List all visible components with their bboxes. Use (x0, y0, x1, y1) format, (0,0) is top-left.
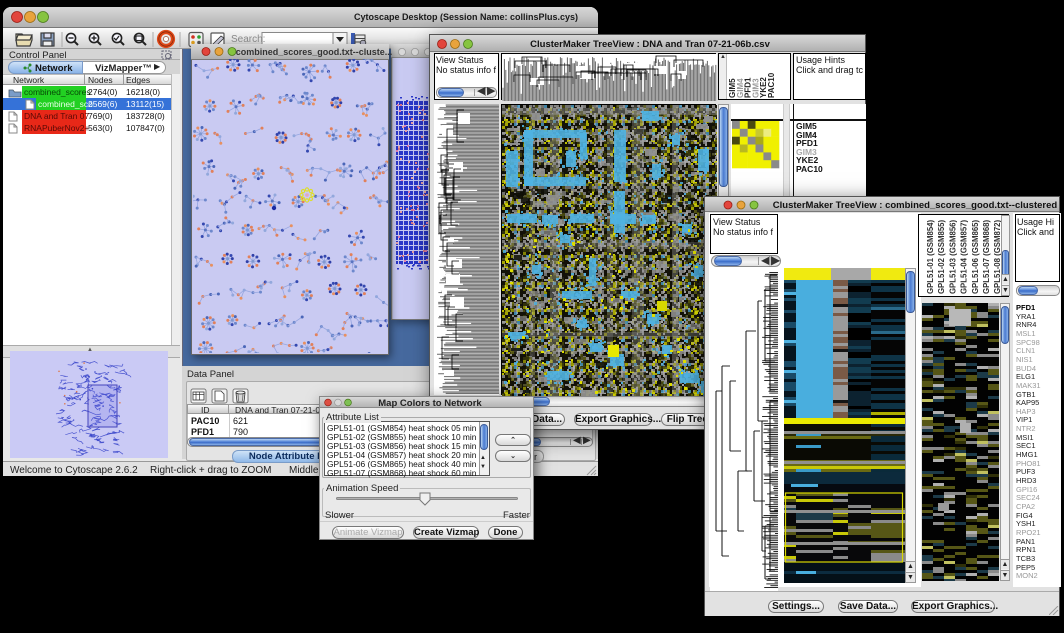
svg-text:GPL51-07 (GSM868): GPL51-07 (GSM868) (982, 219, 991, 294)
svg-text:GPL51-03 (GSM856): GPL51-03 (GSM856) (948, 219, 957, 294)
svg-text:GPL51-02 (GSM855): GPL51-02 (GSM855) (937, 219, 946, 294)
svg-text:GPL51-01 (GSM854): GPL51-01 (GSM854) (926, 219, 935, 294)
svg-text:GPL51-06 (GSM865): GPL51-06 (GSM865) (971, 219, 980, 294)
svg-text:PAC10: PAC10 (767, 72, 776, 98)
svg-text:GPL51-04 (GSM857): GPL51-04 (GSM857) (960, 219, 969, 294)
